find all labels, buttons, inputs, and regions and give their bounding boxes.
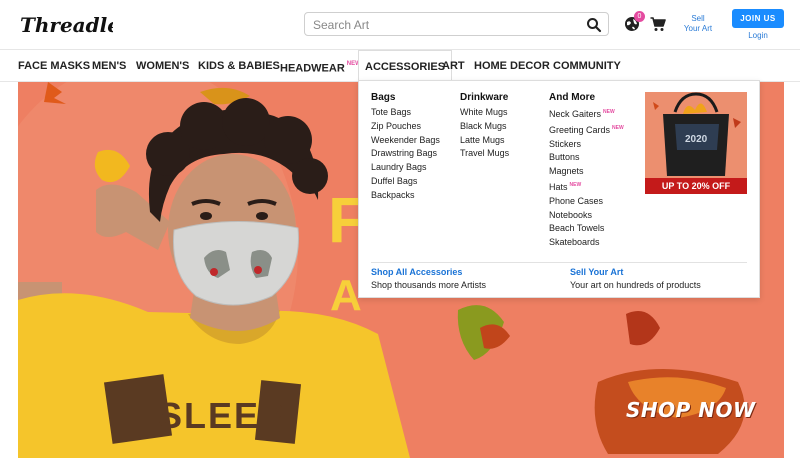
nav-community[interactable]: COMMUNITY xyxy=(553,50,621,82)
shirt-text: SLEEP xyxy=(158,395,286,436)
nav-headwear-label: HEADWEAR xyxy=(280,62,345,75)
dropdown-divider xyxy=(371,262,747,263)
boxing-glove xyxy=(210,268,218,276)
menu-link-white-mugs[interactable]: White Mugs xyxy=(460,106,509,120)
menu-link-laundry-bags[interactable]: Laundry Bags xyxy=(371,161,440,175)
nav-accessories[interactable]: ACCESSORIES xyxy=(358,50,453,83)
menu-link-skateboards[interactable]: Skateboards xyxy=(549,236,624,250)
cart-badge: 0 xyxy=(634,11,645,22)
menu-link-label: Greeting Cards xyxy=(549,124,611,135)
bags-column: Bags Tote Bags Zip Pouches Weekender Bag… xyxy=(371,92,440,203)
new-badge: NEW xyxy=(603,109,615,115)
site-header: Threadless 0 Sell Your Art JOIN US Login xyxy=(0,0,800,50)
search-icon[interactable] xyxy=(586,17,602,33)
hero-subline-partial: A xyxy=(330,271,362,320)
menu-link-travel-mugs[interactable]: Travel Mugs xyxy=(460,147,509,161)
tote-bag-image: 2020 xyxy=(653,92,741,176)
menu-link-stickers[interactable]: Stickers xyxy=(549,138,624,152)
menu-link-buttons[interactable]: Buttons xyxy=(549,151,624,165)
search-bar xyxy=(304,12,609,36)
new-badge: NEW xyxy=(612,124,624,131)
menu-link-neck-gaiters[interactable]: Neck Gaiters NEW xyxy=(549,106,624,122)
shop-now-cta[interactable]: SHOP NOW xyxy=(626,398,756,422)
nav-art[interactable]: ART xyxy=(442,50,465,82)
menu-link-duffel-bags[interactable]: Duffel Bags xyxy=(371,175,440,189)
menu-link-beach-towels[interactable]: Beach Towels xyxy=(549,222,624,236)
shop-all-accessories-link[interactable]: Shop All Accessories xyxy=(371,267,462,277)
leaf-icon xyxy=(626,311,660,346)
new-badge: NEW xyxy=(569,181,582,188)
accessories-dropdown: Bags Tote Bags Zip Pouches Weekender Bag… xyxy=(358,80,760,298)
menu-link-hats[interactable]: Hats NEW xyxy=(549,179,624,195)
menu-link-zip-pouches[interactable]: Zip Pouches xyxy=(371,120,440,134)
column-title: Bags xyxy=(371,92,396,103)
column-title: And More xyxy=(549,92,596,103)
and-more-column: And More Neck Gaiters NEW Greeting Cards N… xyxy=(549,92,624,250)
menu-link-black-mugs[interactable]: Black Mugs xyxy=(460,120,509,134)
cart-icon[interactable] xyxy=(650,16,666,32)
nav-mens[interactable]: MEN'S xyxy=(92,50,126,82)
sell-label-line1: Sell xyxy=(691,14,705,23)
sell-your-art-link[interactable]: Sell Your Art xyxy=(680,14,716,34)
boxing-glove xyxy=(254,266,262,274)
sell-your-art-dropdown-link[interactable]: Sell Your Art xyxy=(570,267,623,277)
tote-text: 2020 xyxy=(685,134,708,145)
threadless-logo[interactable]: Threadless xyxy=(18,10,113,40)
sell-subtext: Your art on hundreds of products xyxy=(570,280,701,290)
login-link[interactable]: Login xyxy=(732,31,784,40)
menu-link-label: Neck Gaiters xyxy=(549,109,602,119)
logo-text: Threadless xyxy=(20,13,113,37)
join-us-button[interactable]: JOIN US xyxy=(732,9,784,28)
nav-face-masks[interactable]: FACE MASKS xyxy=(18,50,90,82)
menu-link-notebooks[interactable]: Notebooks xyxy=(549,209,624,223)
column-title: Drinkware xyxy=(460,92,509,103)
nav-headwear[interactable]: HEADWEAR NEW xyxy=(280,50,361,82)
search-input[interactable] xyxy=(313,16,573,34)
promo-tile[interactable]: 2020 UP TO 20% OFF xyxy=(645,92,747,194)
nav-home-decor[interactable]: HOME DECOR xyxy=(474,50,550,82)
menu-link-drawstring-bags[interactable]: Drawstring Bags xyxy=(371,147,440,161)
sell-label-line2: Your Art xyxy=(683,24,713,33)
menu-link-phone-cases[interactable]: Phone Cases xyxy=(549,195,624,209)
menu-link-latte-mugs[interactable]: Latte Mugs xyxy=(460,134,509,148)
menu-link-greeting-cards[interactable]: Greeting Cards NEW xyxy=(549,122,624,138)
menu-link-label: Hats xyxy=(549,181,568,192)
promo-banner: UP TO 20% OFF xyxy=(645,178,747,194)
menu-link-backpacks[interactable]: Backpacks xyxy=(371,189,440,203)
nav-womens[interactable]: WOMEN'S xyxy=(136,50,189,82)
shop-all-subtext: Shop thousands more Artists xyxy=(371,280,487,290)
nav-kids-babies[interactable]: KIDS & BABIES xyxy=(198,50,280,82)
main-nav: FACE MASKS MEN'S WOMEN'S KIDS & BABIES H… xyxy=(0,50,800,83)
drinkware-column: Drinkware White Mugs Black Mugs Latte Mu… xyxy=(460,92,509,161)
menu-link-weekender-bags[interactable]: Weekender Bags xyxy=(371,134,440,148)
menu-link-tote-bags[interactable]: Tote Bags xyxy=(371,106,440,120)
menu-link-magnets[interactable]: Magnets xyxy=(549,165,624,179)
leaf-icon xyxy=(480,324,510,349)
